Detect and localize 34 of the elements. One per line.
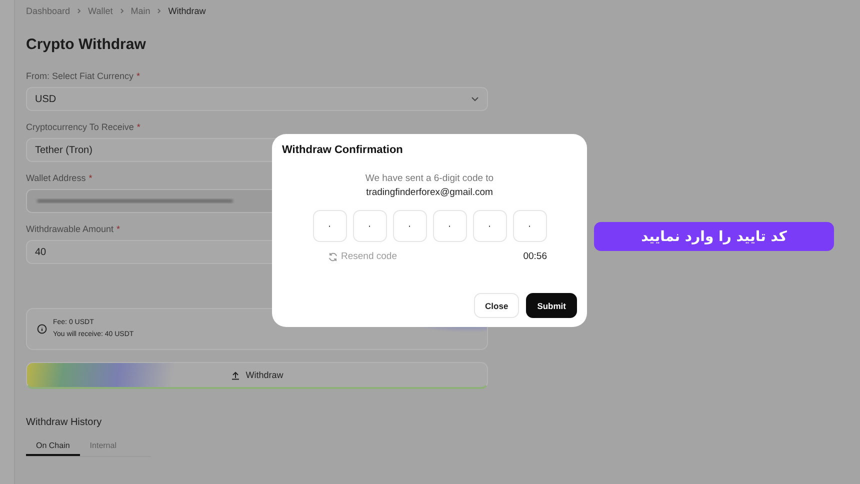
chevron-down-icon [471, 96, 479, 102]
code-input[interactable]: · [432, 210, 466, 242]
chevron-icon [118, 8, 125, 14]
required-mark: * [136, 122, 140, 132]
chevron-icon [76, 8, 82, 14]
section-title: Withdraw History [26, 417, 103, 428]
tab[interactable]: On Chain [26, 438, 80, 456]
required-mark: * [116, 224, 120, 234]
withdraw-button[interactable]: Withdraw [26, 362, 488, 389]
close-button[interactable]: Close [474, 293, 520, 318]
required-mark: * [136, 71, 140, 81]
field-label: From: Select Fiat Currency [26, 71, 134, 81]
page-title: Crypto Withdraw [26, 36, 147, 53]
field-label: Cryptocurrency To Receive [26, 122, 134, 132]
required-mark: * [88, 173, 92, 183]
code-input[interactable]: · [352, 210, 386, 242]
code-input[interactable]: · [312, 210, 346, 242]
callout-label: کد تایید را وارد نمایید [594, 222, 834, 251]
code-input[interactable]: · [392, 210, 426, 242]
code-input[interactable]: · [472, 210, 506, 242]
dialog-title: Withdraw Confirmation [282, 144, 404, 156]
code-input[interactable]: · [512, 210, 546, 242]
refresh-icon [328, 252, 338, 262]
currency-select[interactable]: USD [26, 87, 488, 111]
field-label: Wallet Address [26, 173, 86, 183]
info-icon [37, 324, 47, 334]
field-label: Withdrawable Amount [26, 224, 114, 234]
upload-icon [230, 370, 240, 380]
submit-button[interactable]: Submit [526, 293, 577, 318]
message-text: We have sent a 6-digit code to [364, 173, 495, 184]
email-text: tradingfinderforex@gmail.com [365, 187, 494, 198]
chevron-icon [156, 8, 162, 14]
countdown-timer: 00:56 [523, 251, 547, 262]
breadcrumb-link[interactable]: Withdraw [168, 6, 206, 16]
